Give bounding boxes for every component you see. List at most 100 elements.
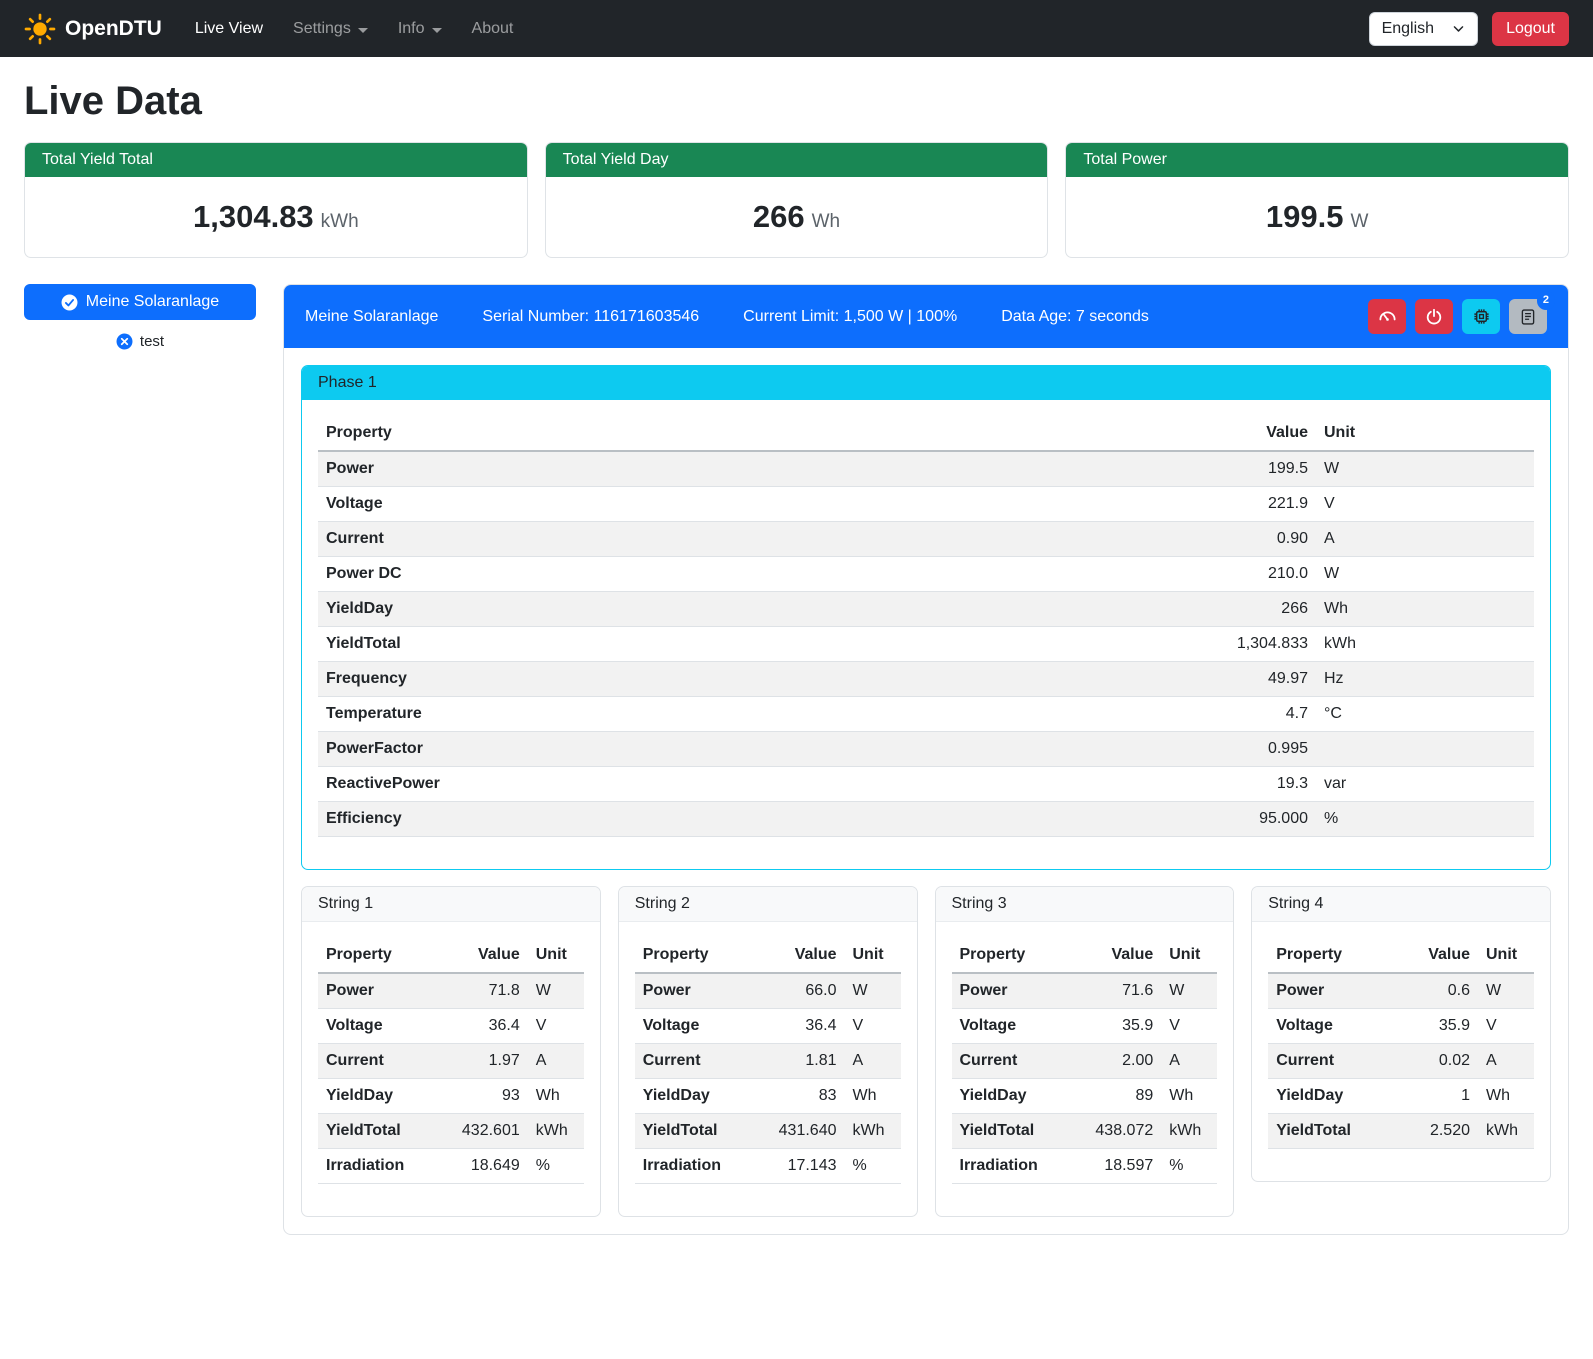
value-cell: 0.02 <box>1396 1044 1478 1079</box>
serial-number: Serial Number: 116171603546 <box>482 308 699 326</box>
value-cell: 1.81 <box>752 1044 844 1079</box>
navbar-right: English Logout <box>1369 12 1569 46</box>
table-row: Power71.6W <box>952 973 1218 1009</box>
value-cell: 1,304.833 <box>915 627 1316 662</box>
string-title: String 3 <box>936 887 1234 922</box>
inverter-name: Meine Solaranlage <box>305 308 438 326</box>
table-header-row: PropertyValueUnit <box>1268 938 1534 973</box>
value-cell: 0.90 <box>915 522 1316 557</box>
logout-button[interactable]: Logout <box>1492 12 1569 46</box>
table-row: YieldTotal431.640kWh <box>635 1114 901 1149</box>
table-row: YieldDay266Wh <box>318 592 1534 627</box>
event-log-button[interactable]: 2 <box>1509 299 1547 334</box>
string-table: PropertyValueUnitPower0.6WVoltage35.9VCu… <box>1268 938 1534 1149</box>
unit-cell: Wh <box>1161 1079 1217 1114</box>
property-cell: YieldTotal <box>635 1114 753 1149</box>
string-card: String 4PropertyValueUnitPower0.6WVoltag… <box>1251 886 1551 1182</box>
property-cell: Voltage <box>635 1009 753 1044</box>
value-cell: 17.143 <box>752 1149 844 1184</box>
brand-label: OpenDTU <box>65 17 162 41</box>
unit-cell: W <box>1316 451 1534 487</box>
unit-cell: % <box>528 1149 584 1184</box>
column-unit: Unit <box>1478 938 1534 973</box>
value-cell: 210.0 <box>915 557 1316 592</box>
property-cell: Power DC <box>318 557 915 592</box>
table-row: Current2.00A <box>952 1044 1218 1079</box>
brand-home-link[interactable]: OpenDTU <box>24 13 162 45</box>
property-cell: Current <box>635 1044 753 1079</box>
property-cell: YieldTotal <box>952 1114 1070 1149</box>
table-row: Temperature4.7°C <box>318 697 1534 732</box>
column-value: Value <box>1069 938 1161 973</box>
value-cell: 83 <box>752 1079 844 1114</box>
unit-cell: W <box>1478 973 1534 1009</box>
panel-actions: 2 <box>1368 299 1547 334</box>
power-toggle-button[interactable] <box>1415 299 1453 334</box>
inverter-panel-body: Phase 1 Property Value Unit Power199.5WV… <box>284 348 1568 1234</box>
property-cell: Power <box>318 451 915 487</box>
property-cell: ReactivePower <box>318 767 915 802</box>
card-title: Total Power <box>1066 143 1568 177</box>
nav-item-live-view[interactable]: Live View <box>180 12 278 46</box>
property-cell: Efficiency <box>318 802 915 837</box>
unit-cell: V <box>1316 487 1534 522</box>
value-cell: 71.8 <box>436 973 528 1009</box>
column-value: Value <box>915 416 1316 451</box>
table-header-row: PropertyValueUnit <box>952 938 1218 973</box>
top-navbar: OpenDTU Live View Settings Info About En… <box>0 0 1593 57</box>
table-row: YieldTotal1,304.833kWh <box>318 627 1534 662</box>
caret-down-icon <box>432 28 442 33</box>
property-cell: Voltage <box>952 1009 1070 1044</box>
table-row: Power71.8W <box>318 973 584 1009</box>
table-row: Current1.81A <box>635 1044 901 1079</box>
value-cell: 431.640 <box>752 1114 844 1149</box>
value-cell: 36.4 <box>752 1009 844 1044</box>
value-cell: 95.000 <box>915 802 1316 837</box>
table-header-row: Property Value Unit <box>318 416 1534 451</box>
unit-cell: W <box>845 973 901 1009</box>
phase-table: Property Value Unit Power199.5WVoltage22… <box>318 416 1534 837</box>
table-row: Irradiation18.597% <box>952 1149 1218 1184</box>
table-row: Efficiency95.000% <box>318 802 1534 837</box>
nav-item-label: Settings <box>293 20 351 38</box>
inverter-select-test[interactable]: test <box>24 333 256 350</box>
string-card: String 2PropertyValueUnitPower66.0WVolta… <box>618 886 918 1217</box>
table-header-row: PropertyValueUnit <box>318 938 584 973</box>
table-row: Power DC210.0W <box>318 557 1534 592</box>
column-property: Property <box>952 938 1070 973</box>
inverter-button-label: Meine Solaranlage <box>86 293 219 311</box>
unit-cell: kWh <box>1161 1114 1217 1149</box>
property-cell: Power <box>1268 973 1396 1009</box>
table-row: ReactivePower19.3var <box>318 767 1534 802</box>
property-cell: PowerFactor <box>318 732 915 767</box>
table-row: Irradiation17.143% <box>635 1149 901 1184</box>
string-card: String 3 PropertyValueUnitPower71.6WVolta… <box>935 886 1235 1217</box>
device-info-button[interactable] <box>1462 299 1500 334</box>
card-unit: Wh <box>812 211 841 232</box>
property-cell: Power <box>318 973 436 1009</box>
value-cell: 35.9 <box>1396 1009 1478 1044</box>
unit-cell: Hz <box>1316 662 1534 697</box>
unit-cell: kWh <box>528 1114 584 1149</box>
string-card-body: PropertyValueUnitPower0.6WVoltage35.9VCu… <box>1252 922 1550 1181</box>
unit-cell <box>1316 732 1534 767</box>
limit-settings-button[interactable] <box>1368 299 1406 334</box>
inverter-select-active[interactable]: Meine Solaranlage <box>24 284 256 320</box>
nav-item-settings[interactable]: Settings <box>278 12 383 46</box>
unit-cell: V <box>1161 1009 1217 1044</box>
card-value: 199.5 <box>1266 199 1344 234</box>
event-count-badge: 2 <box>1537 291 1555 310</box>
card-body: 199.5W <box>1066 177 1568 257</box>
unit-cell: A <box>528 1044 584 1079</box>
nav-item-about[interactable]: About <box>457 12 529 46</box>
nav-item-info[interactable]: Info <box>383 12 457 46</box>
data-age: Data Age: 7 seconds <box>1001 308 1149 326</box>
card-body: 266Wh <box>546 177 1048 257</box>
column-unit: Unit <box>1316 416 1534 451</box>
value-cell: 0.995 <box>915 732 1316 767</box>
unit-cell: Wh <box>528 1079 584 1114</box>
table-row: YieldDay1Wh <box>1268 1079 1534 1114</box>
table-row: Voltage36.4V <box>318 1009 584 1044</box>
language-select[interactable]: English <box>1369 12 1478 46</box>
property-cell: Irradiation <box>635 1149 753 1184</box>
